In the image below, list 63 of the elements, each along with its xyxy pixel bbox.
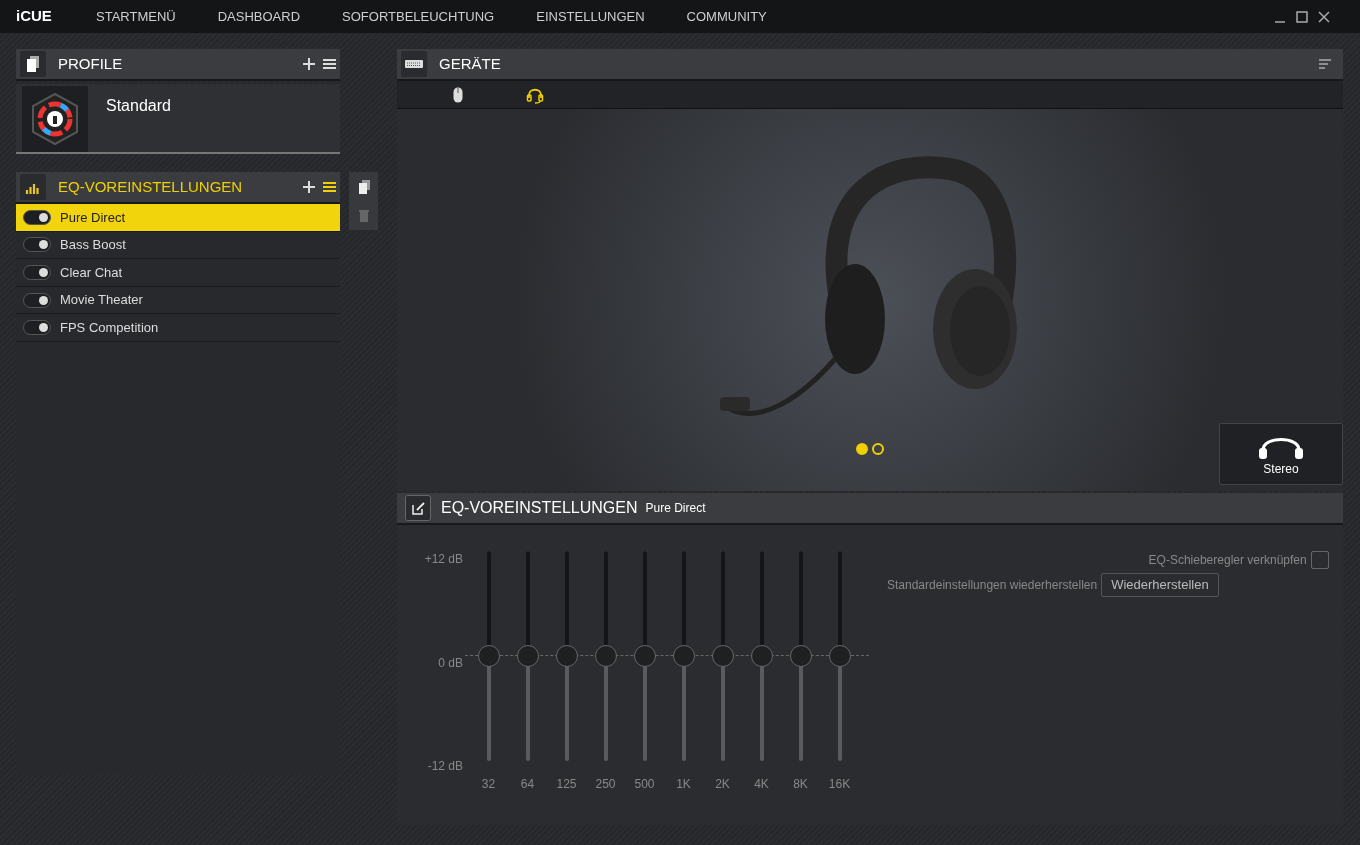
toggle-switch[interactable] xyxy=(23,265,51,280)
nav-tab[interactable]: SOFORTBELEUCHTUNG xyxy=(342,6,495,27)
slider-thumb[interactable] xyxy=(633,645,656,667)
band-label: 250 xyxy=(594,776,617,793)
link-sliders-label: EQ-Schieberegler verknüpfen xyxy=(1148,552,1307,569)
slider-thumb[interactable] xyxy=(555,645,578,667)
preset-item[interactable]: FPS Competition xyxy=(16,314,340,342)
slider-thumb[interactable] xyxy=(750,645,773,667)
slider-thumb[interactable] xyxy=(516,645,539,667)
add-icon[interactable] xyxy=(303,58,315,70)
link-sliders-checkbox[interactable] xyxy=(1310,551,1329,569)
slider-thumb[interactable] xyxy=(672,645,695,667)
menu-icon[interactable] xyxy=(1319,59,1331,69)
toggle-switch[interactable] xyxy=(23,209,51,225)
equalizer-icon xyxy=(20,174,46,200)
toggle-switch[interactable] xyxy=(23,320,51,336)
edit-icon[interactable] xyxy=(405,495,431,521)
toggle-switch[interactable] xyxy=(23,237,51,253)
toggle-switch[interactable] xyxy=(23,292,51,308)
profiles-icon xyxy=(20,51,46,77)
add-icon[interactable] xyxy=(303,181,315,193)
copy-icon[interactable] xyxy=(357,179,370,194)
slider-thumb[interactable] xyxy=(594,645,617,667)
scale-label: 0 dB xyxy=(438,655,463,670)
reset-button[interactable]: Wiederherstellen xyxy=(1101,573,1219,597)
band-label: 64 xyxy=(519,776,536,793)
preset-item[interactable]: Pure Direct xyxy=(16,204,340,232)
slider-thumb[interactable] xyxy=(789,645,812,667)
scale-label: +12 dB xyxy=(424,552,463,566)
slider-thumb[interactable] xyxy=(828,645,851,667)
preset-item[interactable]: Movie Theater xyxy=(16,286,340,315)
nav-tab[interactable]: STARTMENÜ xyxy=(96,6,176,27)
preset-item[interactable]: Clear Chat xyxy=(16,259,340,287)
nav-tab[interactable]: DASHBOARD xyxy=(217,6,301,27)
panel-title: PROFILE xyxy=(58,53,123,74)
profile-name: Standard xyxy=(106,96,171,116)
band-label: 8K xyxy=(792,776,809,793)
band-label: 32 xyxy=(480,776,497,793)
app-logo: iCUE xyxy=(16,6,53,27)
maximize-icon[interactable] xyxy=(1296,10,1308,23)
nav-tab[interactable]: COMMUNITY xyxy=(686,6,767,27)
band-label: 16K xyxy=(827,776,852,793)
profile-item[interactable]: Standard xyxy=(16,84,340,154)
reset-label: Standardeinstellungen wiederherstellen xyxy=(887,577,1098,594)
audio-mode-button[interactable]: Stereo xyxy=(1219,423,1343,485)
panel-title: EQ-VOREINSTELLUNGEN xyxy=(441,498,638,518)
band-label: 2K xyxy=(714,776,731,793)
panel-title: EQ-VOREINSTELLUNGEN xyxy=(58,176,243,197)
scale-label: -12 dB xyxy=(427,759,463,773)
menu-icon[interactable] xyxy=(323,181,336,193)
keyboard-icon xyxy=(401,51,427,77)
slider-thumb[interactable] xyxy=(477,645,500,667)
band-label: 1K xyxy=(675,776,692,793)
preset-item[interactable]: Bass Boost xyxy=(16,231,340,260)
band-label: 125 xyxy=(555,776,578,793)
panel-title: GERÄTE xyxy=(439,53,501,74)
band-label: 4K xyxy=(753,776,770,793)
nav-tab[interactable]: EINSTELLUNGEN xyxy=(536,6,645,27)
slider-thumb[interactable] xyxy=(711,645,734,667)
preset-name: Pure Direct xyxy=(645,500,706,517)
close-icon[interactable] xyxy=(1318,10,1330,23)
profile-logo-icon xyxy=(30,92,80,146)
band-label: 500 xyxy=(633,776,656,793)
